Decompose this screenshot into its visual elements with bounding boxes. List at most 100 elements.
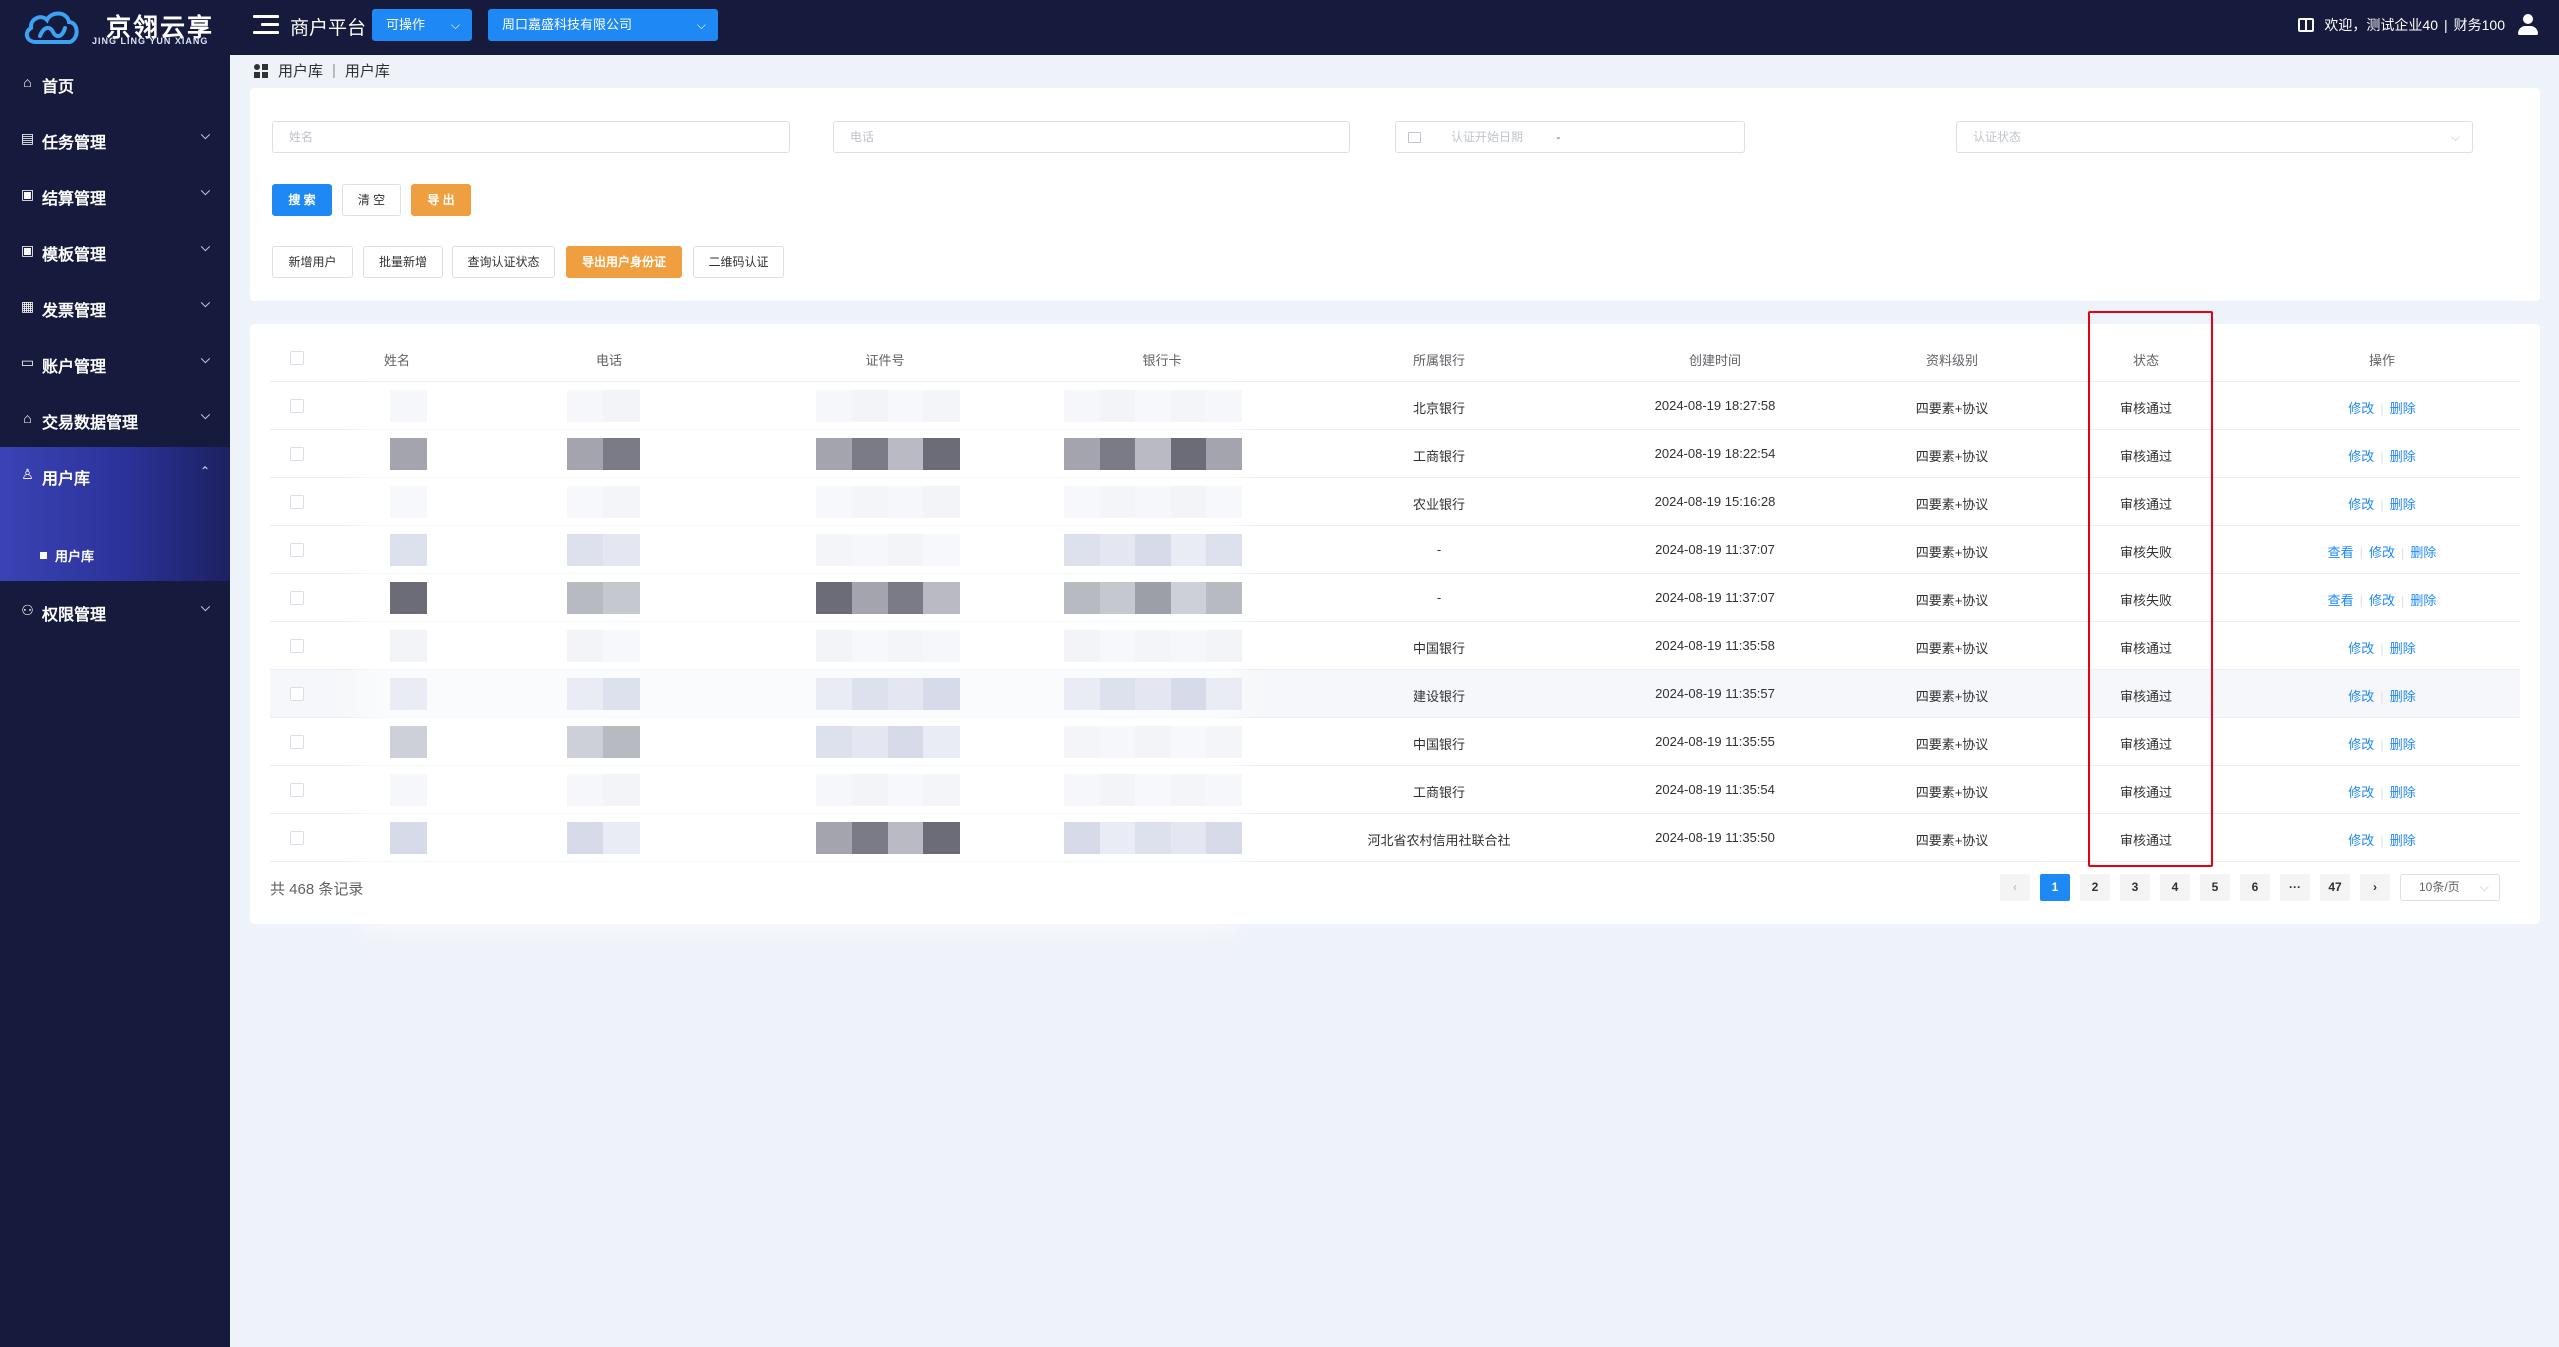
company-select[interactable]: 周口嘉盛科技有限公司 ⌵	[488, 9, 718, 41]
edit-link[interactable]: 修改	[2348, 497, 2374, 512]
cell-bank: 河北省农村信用社联合社	[1367, 833, 1511, 848]
cell-created-time: 2024-08-19 11:35:57	[1655, 686, 1775, 701]
page-button[interactable]: 1	[2040, 874, 2070, 901]
phone-input[interactable]: 电话	[833, 121, 1350, 153]
edit-link[interactable]: 修改	[2348, 689, 2374, 704]
delete-link[interactable]: 删除	[2390, 497, 2416, 512]
query-status-button[interactable]: 查询认证状态	[452, 246, 555, 278]
edit-link[interactable]: 修改	[2369, 593, 2395, 608]
more-pages-button[interactable]: ···	[2280, 874, 2310, 901]
sidebar-item-invoice[interactable]: ▦ 发票管理 ⌵	[0, 279, 230, 335]
cell-bank: 北京银行	[1412, 401, 1466, 416]
row-actions: 修改 | 删除	[2348, 686, 2415, 705]
row-checkbox[interactable]	[290, 783, 304, 797]
cell-created-time: 2024-08-19 15:16:28	[1654, 494, 1776, 509]
export-button[interactable]: 导 出	[411, 184, 471, 216]
export-id-button[interactable]: 导出用户身份证	[566, 246, 682, 278]
page-button[interactable]: 3	[2120, 874, 2150, 901]
delete-link[interactable]: 删除	[2390, 449, 2416, 464]
welcome-text: 欢迎，测试企业40	[2324, 17, 2438, 33]
edit-link[interactable]: 修改	[2369, 545, 2395, 560]
cell-status: 审核失败	[2119, 545, 2173, 560]
chevron-down-icon: ⌵	[200, 240, 210, 254]
batch-add-button[interactable]: 批量新增	[363, 246, 443, 278]
sidebar-item-permission[interactable]: ⚇ 权限管理 ⌵	[0, 583, 230, 639]
row-checkbox[interactable]	[290, 639, 304, 653]
name-input[interactable]: 姓名	[272, 121, 790, 153]
next-page-button[interactable]: ›	[2360, 874, 2390, 901]
view-link[interactable]: 查看	[2328, 545, 2354, 560]
page-size-select[interactable]: 10条/页 ⌵	[2400, 874, 2500, 901]
divider: |	[2380, 833, 2384, 848]
submenu-item-user-library[interactable]: 用户库	[0, 529, 230, 581]
delete-link[interactable]: 删除	[2410, 545, 2436, 560]
redacted-phone	[567, 486, 640, 518]
delete-link[interactable]: 删除	[2390, 833, 2416, 848]
sidebar-item-task[interactable]: ▤ 任务管理 ⌵	[0, 111, 230, 167]
breadcrumb-parent[interactable]: 用户库	[278, 60, 323, 81]
sidebar-item-user-library[interactable]: ♙ 用户库 ⌃	[0, 447, 230, 529]
book-icon[interactable]	[2298, 18, 2315, 32]
date-start-placeholder: 认证开始日期	[1451, 130, 1524, 144]
search-button[interactable]: 搜 索	[272, 184, 332, 216]
page-button[interactable]: 47	[2320, 874, 2350, 901]
cell-bank: 农业银行	[1412, 497, 1466, 512]
row-checkbox[interactable]	[290, 543, 304, 557]
edit-link[interactable]: 修改	[2348, 641, 2374, 656]
cell-bank: 中国银行	[1412, 641, 1466, 656]
redacted-name	[390, 630, 427, 662]
redacted-name	[390, 582, 427, 614]
page-button[interactable]: 4	[2160, 874, 2190, 901]
redacted-phone	[567, 390, 640, 422]
sidebar-item-label: 结算管理	[42, 191, 107, 208]
add-user-button[interactable]: 新增用户	[272, 246, 353, 278]
status-select[interactable]: 认证状态 ⌵	[1956, 121, 2473, 153]
page-button[interactable]: 2	[2080, 874, 2110, 901]
qr-auth-button[interactable]: 二维码认证	[693, 246, 784, 278]
sidebar-item-account[interactable]: ▭ 账户管理 ⌵	[0, 335, 230, 391]
edit-link[interactable]: 修改	[2348, 833, 2374, 848]
edit-link[interactable]: 修改	[2348, 737, 2374, 752]
row-checkbox[interactable]	[290, 831, 304, 845]
user-name[interactable]: 财务100	[2454, 15, 2505, 35]
redacted-id-number	[816, 390, 960, 422]
edit-link[interactable]: 修改	[2348, 401, 2374, 416]
view-link[interactable]: 查看	[2328, 593, 2354, 608]
select-all-checkbox[interactable]	[290, 351, 304, 365]
row-checkbox[interactable]	[290, 591, 304, 605]
cell-created-time: 2024-08-19 18:22:54	[1654, 446, 1776, 461]
row-checkbox[interactable]	[290, 399, 304, 413]
redacted-id-number	[816, 534, 960, 566]
row-checkbox[interactable]	[290, 447, 304, 461]
mode-select[interactable]: 可操作 ⌵	[372, 9, 472, 41]
divider: |	[2380, 641, 2384, 656]
sidebar-item-transaction[interactable]: ⌂ 交易数据管理 ⌵	[0, 391, 230, 447]
delete-link[interactable]: 删除	[2390, 737, 2416, 752]
row-actions: 修改 | 删除	[2348, 494, 2415, 513]
clear-button[interactable]: 清 空	[342, 184, 401, 216]
delete-link[interactable]: 删除	[2390, 641, 2416, 656]
sidebar-item-settlement[interactable]: ▣ 结算管理 ⌵	[0, 167, 230, 223]
page-button[interactable]: 5	[2200, 874, 2230, 901]
delete-link[interactable]: 删除	[2390, 785, 2416, 800]
sidebar-item-template[interactable]: ▣ 模板管理 ⌵	[0, 223, 230, 279]
row-checkbox[interactable]	[290, 735, 304, 749]
row-checkbox[interactable]	[290, 687, 304, 701]
prev-page-button[interactable]: ‹	[2000, 874, 2030, 901]
edit-link[interactable]: 修改	[2348, 785, 2374, 800]
sidebar-item-home[interactable]: ⌂ 首页	[0, 55, 230, 111]
edit-link[interactable]: 修改	[2348, 449, 2374, 464]
redacted-bank-card	[1064, 534, 1243, 566]
delete-link[interactable]: 删除	[2390, 689, 2416, 704]
chevron-down-icon: ⌵	[200, 408, 210, 422]
avatar-icon[interactable]	[2517, 14, 2539, 36]
row-checkbox[interactable]	[290, 495, 304, 509]
delete-link[interactable]: 删除	[2390, 401, 2416, 416]
menu-toggle-icon[interactable]	[253, 15, 279, 37]
delete-link[interactable]: 删除	[2410, 593, 2436, 608]
header-created-time: 创建时间	[1688, 353, 1742, 368]
date-range-input[interactable]: 认证开始日期 -	[1395, 121, 1745, 153]
page-button[interactable]: 6	[2240, 874, 2270, 901]
redacted-bank-card	[1064, 438, 1243, 470]
divider: |	[2380, 785, 2384, 800]
